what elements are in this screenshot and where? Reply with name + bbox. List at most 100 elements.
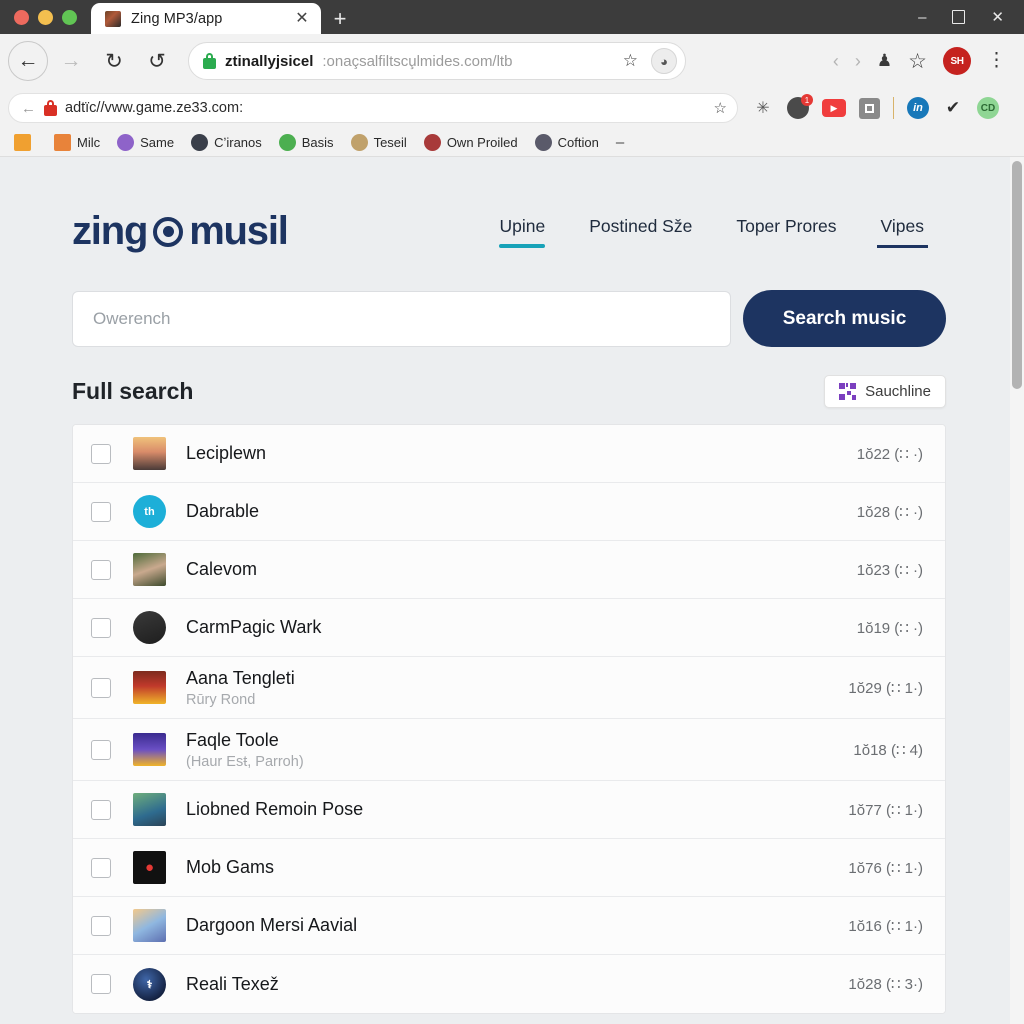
row-checkbox[interactable]	[91, 443, 111, 464]
bookmark-item[interactable]: Milc	[48, 133, 106, 151]
window-maximize-dot[interactable]	[62, 9, 77, 25]
back-button[interactable]: ←	[8, 41, 48, 81]
secondary-bookmark-star-icon[interactable]: ☆	[714, 99, 727, 117]
row-titles: CarmPagic Wark	[186, 617, 841, 638]
tab-close-icon[interactable]: ✕	[293, 10, 311, 27]
account-avatar[interactable]: SH	[943, 47, 971, 75]
sparkle-extension-icon[interactable]: ✳	[752, 97, 774, 119]
site-header: zing musil Upine Postined Sže Toper Pror…	[8, 157, 1010, 254]
row-checkbox[interactable]	[91, 799, 111, 820]
table-row[interactable]: ● Mob Gams 1ŏ76 (∷ 1·)	[73, 839, 945, 897]
secondary-back-icon[interactable]: ←	[21, 100, 36, 117]
table-row[interactable]: Αana Tengleti Rūry Rond 1ŏ29 (∷ 1·)	[73, 657, 945, 719]
nav-item-upine[interactable]: Upine	[499, 216, 545, 248]
history-back-chevron-icon[interactable]: ‹	[833, 51, 839, 72]
table-row[interactable]: Calevom 1ŏ23 (∷ ·)	[73, 541, 945, 599]
row-checkbox[interactable]	[91, 739, 111, 760]
row-checkbox[interactable]	[91, 915, 111, 936]
toolbar-right-actions: ‹ › ♟ ☆ SH ⋮	[833, 47, 1016, 75]
bookmark-item[interactable]: Teseil	[345, 133, 413, 151]
logo-text-right: musil	[189, 209, 289, 253]
row-titles: Leciplewn	[186, 443, 841, 464]
bookmark-item[interactable]: Own Proiled	[418, 133, 524, 151]
address-bar-domain: ztinallyjsicel	[225, 52, 314, 70]
browser-tab[interactable]: Zing MP3/app ✕	[91, 3, 321, 34]
window-minimize-dot[interactable]	[38, 9, 53, 25]
check-extension-icon[interactable]: ✔	[942, 97, 964, 119]
page-scrollbar[interactable]	[1010, 157, 1024, 1024]
extension-icons: ✳ 1 ▶ in ✔ CD	[738, 94, 999, 119]
bookmark-item[interactable]: Coftion	[529, 133, 605, 151]
bookmark-label: Same	[140, 134, 175, 150]
row-thumbnail	[133, 909, 166, 942]
table-row[interactable]: th Dabrable 1ŏ28 (∷ ·)	[73, 483, 945, 541]
forward-button[interactable]: →	[51, 41, 91, 81]
row-title: Dargoon Mersi Aavial	[186, 915, 358, 935]
search-input[interactable]: Owerench	[72, 290, 731, 347]
bookmark-item[interactable]: Same	[111, 133, 180, 151]
scrollbar-thumb[interactable]	[1012, 161, 1022, 389]
row-checkbox[interactable]	[91, 559, 111, 580]
target-logo-icon	[153, 216, 184, 247]
row-checkbox[interactable]	[91, 974, 111, 994]
window-close-button[interactable]: ✕	[991, 10, 1004, 25]
table-row[interactable]: ⚕ Reali Texež 1ŏ28 (∷ 3·)	[73, 955, 945, 1013]
qr-code-icon	[839, 383, 857, 400]
table-row[interactable]: Dargoon Mersi Aavial 1ŏ16 (∷ 1·)	[73, 897, 945, 955]
row-checkbox[interactable]	[91, 501, 111, 522]
reload-alt-button[interactable]: ↺	[137, 41, 177, 81]
portrait-bookmark-icon	[534, 133, 552, 151]
window-minimize-button[interactable]: –	[918, 10, 926, 25]
page-viewport: zing musil Upine Postined Sže Toper Pror…	[0, 157, 1024, 1024]
secondary-url-text: adtïc//vww.game.ze33.com:	[65, 100, 244, 116]
bookmark-item[interactable]	[8, 133, 43, 151]
row-thumbnail	[133, 671, 166, 704]
sauchline-label: Sauchline	[865, 383, 931, 400]
table-row[interactable]: Faqle Toole (Haur Esŧ, Parroh) 1ŏ18 (∷ 4…	[73, 719, 945, 781]
screenshot-extension-icon[interactable]	[859, 97, 880, 119]
table-row[interactable]: Leciplewn 1ŏ22 (∷ ·)	[73, 425, 945, 483]
table-row[interactable]: Liobned Remoin Pose 1ŏ77 (∷ 1·)	[73, 781, 945, 839]
cd-extension-icon[interactable]: CD	[977, 97, 999, 119]
favorites-star-icon[interactable]: ☆	[908, 49, 927, 74]
bookmark-item[interactable]: Cʼiranos	[185, 133, 268, 151]
history-forward-chevron-icon[interactable]: ›	[855, 51, 861, 72]
search-music-button[interactable]: Search music	[743, 290, 946, 347]
new-tab-button[interactable]: +	[321, 3, 359, 34]
extensions-puzzle-icon[interactable]: ♟	[877, 51, 892, 71]
row-thumbnail: ●	[133, 851, 166, 884]
secondary-address-bar[interactable]: ← adtïc//vww.game.ze33.com: ☆	[8, 93, 738, 123]
tab-title: Zing MP3/app	[131, 10, 223, 27]
page-title: Full search	[72, 378, 194, 404]
row-meta: 1ŏ23 (∷ ·)	[856, 561, 923, 579]
bookmark-label: Own Proiled	[446, 134, 518, 150]
row-checkbox[interactable]	[91, 857, 111, 878]
orange-doc-bookmark-icon	[54, 133, 71, 151]
row-checkbox[interactable]	[91, 677, 111, 698]
bookmarks-overflow-button[interactable]: –	[610, 134, 624, 151]
nav-item-vipes[interactable]: Vipes	[876, 216, 929, 248]
notification-extension-icon[interactable]: 1	[787, 94, 813, 119]
address-bar-profile-icon[interactable]: ◕	[651, 48, 677, 74]
site-logo[interactable]: zing musil	[72, 209, 289, 254]
table-row[interactable]: CarmPagic Wark 1ŏ19 (∷ ·)	[73, 599, 945, 657]
insecure-lock-icon	[44, 100, 57, 116]
row-thumbnail	[133, 733, 166, 766]
bookmark-star-icon[interactable]: ☆	[619, 51, 642, 71]
bookmark-item[interactable]: Basis	[273, 133, 340, 151]
row-titles: Faqle Toole (Haur Esŧ, Parroh)	[186, 730, 837, 770]
browser-menu-icon[interactable]: ⋮	[987, 51, 1006, 71]
youtube-extension-icon[interactable]: ▶	[822, 99, 846, 117]
reload-button[interactable]: ↻	[94, 41, 134, 81]
linkedin-extension-icon[interactable]: in	[907, 97, 929, 119]
window-close-dot[interactable]	[14, 9, 29, 25]
nav-item-postined-sze[interactable]: Postined Sže	[589, 216, 692, 248]
search-placeholder: Owerench	[93, 308, 171, 328]
row-thumbnail	[133, 793, 166, 826]
nav-item-toper-prores[interactable]: Toper Prores	[736, 216, 836, 248]
address-bar[interactable]: ztinallyjsicel :onaçsalfiltscu̧lmides.co…	[188, 42, 686, 80]
window-maximize-button[interactable]	[952, 10, 966, 24]
row-titles: Calevom	[186, 559, 841, 580]
sauchline-button[interactable]: Sauchline	[824, 375, 946, 408]
row-checkbox[interactable]	[91, 617, 111, 638]
